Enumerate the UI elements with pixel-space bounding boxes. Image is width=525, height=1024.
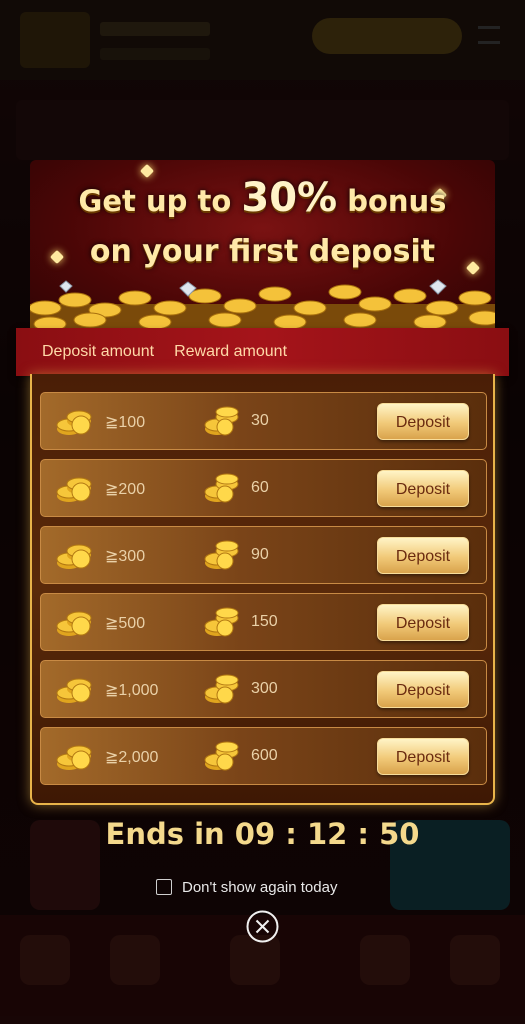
dont-show-again-toggle[interactable]: Don't show again today — [156, 877, 337, 897]
deposit-tier-row: ≧300 90 Deposit — [40, 526, 487, 584]
reward-value: 30 — [251, 412, 269, 429]
deposit-button[interactable]: Deposit — [377, 604, 469, 641]
coin-stack-icon — [204, 674, 239, 704]
deposit-threshold: ≧1,000 — [105, 682, 159, 699]
dont-show-label: Don't show again today — [182, 878, 338, 896]
coin-stack-icon — [56, 678, 92, 703]
promo-headline-line1: Get up to 30% bonus — [78, 175, 447, 221]
reward-value: 150 — [251, 613, 278, 630]
reward-value: 300 — [251, 680, 278, 697]
coin-stack-icon — [204, 607, 239, 637]
deposit-tier-row: ≧200 60 Deposit — [40, 459, 487, 517]
deposit-tier-row: ≧100 30 Deposit — [40, 392, 487, 450]
coin-stack-icon — [204, 406, 239, 436]
first-deposit-bonus-modal: Get up to 30% bonus on your first deposi… — [16, 160, 509, 805]
coin-stack-icon — [204, 473, 239, 503]
coin-stack-icon — [204, 741, 239, 771]
deposit-button[interactable]: Deposit — [377, 671, 469, 708]
deposit-tiers-panel: ≧100 30 Deposit ≧200 60 Deposit ≧300 90 … — [30, 374, 495, 805]
deposit-threshold: ≧2,000 — [105, 749, 159, 766]
deposit-threshold: ≧500 — [105, 615, 146, 632]
coin-stack-icon — [56, 745, 92, 770]
close-icon[interactable] — [246, 910, 279, 943]
coin-stack-icon — [56, 477, 92, 502]
deposit-tier-row: ≧500 150 Deposit — [40, 593, 487, 651]
reward-value: 60 — [251, 479, 269, 496]
deposit-threshold: ≧300 — [105, 548, 146, 565]
deposit-tier-row: ≧1,000 300 Deposit — [40, 660, 487, 718]
coin-stack-icon — [56, 611, 92, 636]
dont-show-checkbox[interactable] — [156, 879, 172, 895]
deposit-threshold: ≧100 — [105, 414, 146, 431]
deposit-threshold: ≧200 — [105, 481, 146, 498]
deposit-tier-row: ≧2,000 600 Deposit — [40, 727, 487, 785]
table-header: Deposit amount Reward amount — [16, 328, 509, 376]
reward-value: 600 — [251, 747, 278, 764]
promo-banner: Get up to 30% bonus on your first deposi… — [30, 160, 495, 330]
deposit-button[interactable]: Deposit — [377, 403, 469, 440]
deposit-button[interactable]: Deposit — [377, 470, 469, 507]
countdown-timer: Ends in 09 : 12 : 50 — [105, 817, 420, 851]
coin-pile-image — [30, 279, 495, 330]
coin-stack-icon — [56, 410, 92, 435]
deposit-button[interactable]: Deposit — [377, 537, 469, 574]
reward-value: 90 — [251, 546, 269, 563]
coin-stack-icon — [56, 544, 92, 569]
reward-amount-header: Reward amount — [174, 343, 288, 360]
promo-headline-line2: on your first deposit — [89, 234, 436, 269]
deposit-button[interactable]: Deposit — [377, 738, 469, 775]
coin-stack-icon — [204, 540, 239, 570]
deposit-amount-header: Deposit amount — [42, 343, 155, 360]
